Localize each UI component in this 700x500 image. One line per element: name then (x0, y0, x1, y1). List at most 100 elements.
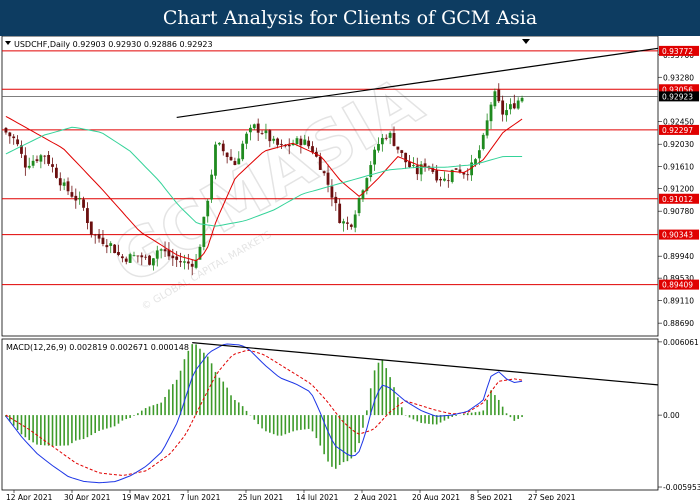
candle-body (190, 263, 194, 267)
candle-body (260, 133, 264, 134)
candle-body (62, 182, 66, 186)
candle-body (74, 195, 78, 201)
level-price-label: 0.93772 (662, 47, 693, 56)
candle-body (16, 139, 19, 145)
candle-body (307, 140, 311, 147)
price-axis-label: 0.93280 (663, 73, 694, 82)
candle-body (412, 165, 415, 167)
candle-body (12, 136, 16, 139)
macd-panel-title: MACD(12,26,9) 0.002819 0.002671 0.000148 (6, 343, 189, 352)
candle-body (443, 178, 446, 181)
candle-body (217, 142, 221, 145)
candle-body (23, 155, 27, 168)
candle-body (47, 155, 51, 164)
candle-body (221, 143, 225, 152)
candle-body (101, 237, 105, 244)
current-price-label: 0.92923 (662, 92, 693, 101)
candle-body (276, 138, 279, 145)
candle-body (357, 197, 361, 214)
candle-body (380, 137, 384, 145)
candle-body (295, 138, 299, 145)
candle-body (264, 130, 268, 134)
candle-body (400, 150, 404, 153)
date-axis-label: 7 Jun 2021 (180, 493, 221, 500)
candle-body (148, 255, 151, 265)
candle-body (388, 132, 392, 138)
candle-body (144, 256, 148, 258)
candle-body (474, 159, 477, 165)
price-axis-label: 0.92030 (663, 140, 694, 149)
candle-body (54, 167, 58, 178)
candle-body (396, 146, 400, 150)
candle-body (252, 124, 256, 129)
candle-body (136, 255, 140, 257)
date-axis-label: 25 Jun 2021 (238, 493, 283, 500)
macd-axis-label: 0.00 (663, 411, 680, 420)
candle-body (43, 155, 47, 157)
candle-body (454, 168, 458, 170)
candle-body (206, 200, 210, 217)
candle-body (435, 170, 439, 181)
candle-body (353, 214, 357, 228)
candle-body (35, 159, 39, 162)
candle-body (163, 249, 167, 252)
candle-body (155, 250, 159, 259)
macd-axis-label: -0.005953 (663, 483, 700, 492)
price-axis-label: 0.89940 (663, 252, 694, 261)
candle-body (171, 255, 175, 259)
candle-body (466, 174, 470, 176)
price-panel-title: USDCHF,Daily 0.92903 0.92930 0.92886 0.9… (14, 40, 213, 49)
price-axis-label: 0.91200 (663, 185, 694, 194)
candle-body (214, 144, 217, 176)
candle-body (404, 152, 408, 163)
candle-body (299, 138, 303, 146)
candle-body (8, 132, 12, 137)
price-axis-label: 0.89110 (663, 297, 694, 306)
candle-body (78, 197, 82, 200)
candle-body (497, 89, 501, 102)
candle-body (249, 127, 252, 133)
candle-body (373, 149, 376, 165)
candle-body (493, 91, 497, 107)
candle-body (117, 251, 120, 255)
candle-body (481, 134, 485, 149)
candle-body (349, 224, 353, 227)
candle-body (446, 180, 450, 182)
candle-body (280, 144, 283, 145)
macd-axis-label: 0.006061 (663, 338, 699, 347)
candle-body (128, 254, 132, 263)
date-axis-label: 14 Jul 2021 (296, 493, 339, 500)
candle-body (272, 138, 276, 141)
candle-body (93, 234, 97, 236)
candle-body (237, 158, 241, 165)
candle-body (31, 160, 35, 166)
candle-body (27, 165, 31, 168)
candle-body (505, 110, 508, 116)
candle-body (4, 127, 8, 133)
price-axis-label: 0.91610 (663, 163, 694, 172)
candle-body (520, 97, 524, 102)
candle-body (485, 120, 489, 136)
candle-body (509, 104, 512, 110)
date-axis-label: 20 Aug 2021 (412, 493, 460, 500)
candle-body (241, 143, 245, 160)
date-axis-label: 12 Apr 2021 (6, 493, 53, 500)
price-axis-label: 0.88690 (663, 319, 694, 328)
candle-body (58, 178, 62, 186)
header-title: Chart Analysis for Clients of GCM Asia (162, 7, 538, 29)
candle-body (152, 258, 155, 266)
candle-body (120, 256, 124, 259)
candle-body (439, 178, 442, 181)
candle-body (82, 199, 85, 208)
date-axis-label: 30 Apr 2021 (64, 493, 111, 500)
candle-body (330, 186, 334, 198)
candle-body (202, 216, 206, 247)
price-axis-label: 0.90780 (663, 207, 694, 216)
chart-area: GCMASIA © GLOBAL CAPITAL MARKETS 0.93700… (1, 36, 700, 500)
candle-body (326, 172, 330, 185)
candle-body (256, 123, 260, 133)
candle-body (183, 261, 186, 263)
level-price-label: 0.90343 (662, 231, 693, 240)
date-axis-label: 19 May 2021 (122, 493, 171, 500)
level-price-label: 0.89409 (662, 281, 693, 290)
